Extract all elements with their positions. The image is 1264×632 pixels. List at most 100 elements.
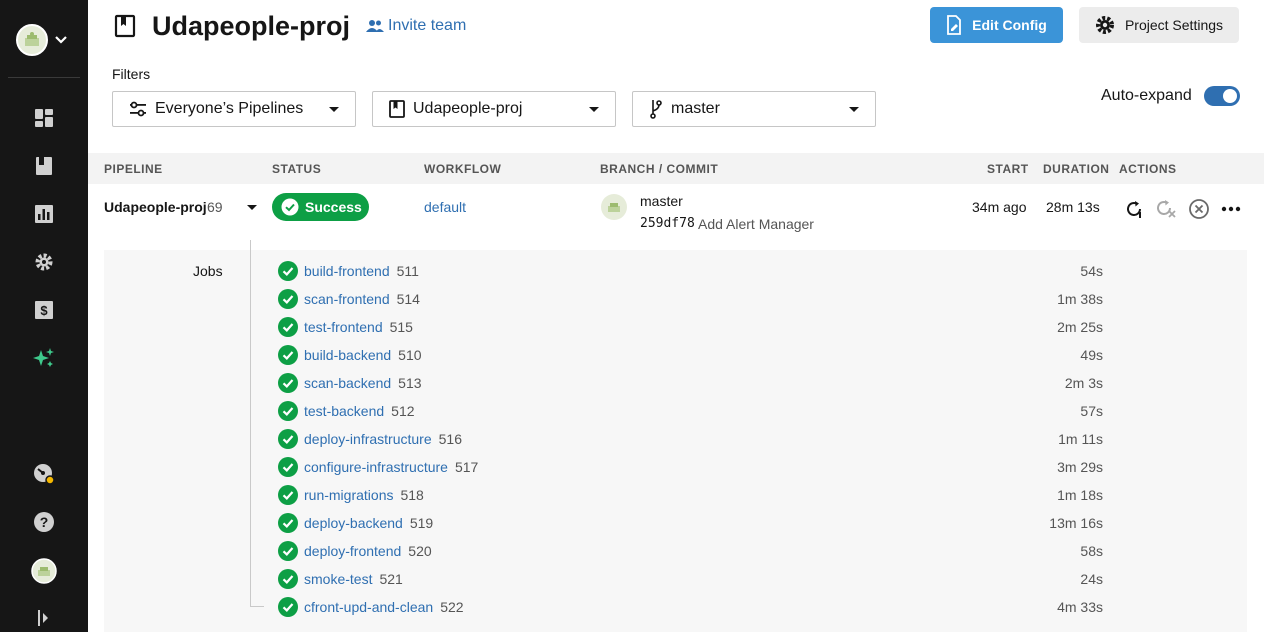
column-header-pipeline[interactable]: PIPELINE xyxy=(104,162,163,176)
column-header-actions: ACTIONS xyxy=(1119,162,1177,176)
branch-name[interactable]: master xyxy=(640,193,683,209)
check-circle-icon xyxy=(278,429,298,449)
edit-config-button[interactable]: Edit Config xyxy=(930,7,1063,43)
job-number: 520 xyxy=(408,543,432,559)
pipelines-filter-select[interactable]: Everyone’s Pipelines xyxy=(112,91,356,127)
workflow-link[interactable]: default xyxy=(424,199,466,215)
auto-expand-label: Auto-expand xyxy=(1101,87,1192,104)
check-circle-icon xyxy=(278,513,298,533)
auto-expand-control: Auto-expand xyxy=(1101,86,1240,106)
project-filter-select[interactable]: Udapeople-proj xyxy=(372,91,616,127)
job-name-link[interactable]: test-frontend xyxy=(304,319,383,335)
column-header-status[interactable]: STATUS xyxy=(272,162,321,176)
pipelines-filter-value: Everyone’s Pipelines xyxy=(155,100,304,117)
pipeline-number: 69 xyxy=(207,199,223,215)
projects-icon[interactable] xyxy=(32,154,56,178)
branch-filter-select[interactable]: master xyxy=(632,91,876,127)
check-circle-icon xyxy=(278,401,298,421)
job-number: 511 xyxy=(396,263,419,279)
check-circle-icon xyxy=(278,485,298,505)
job-row[interactable]: build-frontend 511 xyxy=(278,261,419,281)
job-name-link[interactable]: build-frontend xyxy=(304,263,390,279)
jobs-label: Jobs xyxy=(193,263,223,279)
job-row[interactable]: test-backend 512 xyxy=(278,401,415,421)
cancel-icon[interactable] xyxy=(1188,198,1210,220)
user-avatar[interactable] xyxy=(31,558,57,584)
column-header-workflow[interactable]: WORKFLOW xyxy=(424,162,501,176)
check-circle-icon xyxy=(278,261,298,281)
column-header-start[interactable]: START xyxy=(987,162,1029,176)
expand-caret-icon[interactable] xyxy=(246,204,258,212)
job-row[interactable]: test-frontend 515 xyxy=(278,317,413,337)
check-circle-icon xyxy=(278,345,298,365)
dashboard-icon[interactable] xyxy=(32,106,56,130)
job-row[interactable]: run-migrations 518 xyxy=(278,485,424,505)
svg-text:$: $ xyxy=(40,303,48,318)
job-name-link[interactable]: scan-backend xyxy=(304,375,391,391)
job-row[interactable]: scan-frontend 514 xyxy=(278,289,420,309)
svg-text:?: ? xyxy=(40,514,49,530)
people-icon xyxy=(366,20,385,32)
project-settings-label: Project Settings xyxy=(1124,17,1224,33)
job-name-link[interactable]: deploy-backend xyxy=(304,515,403,531)
insights-icon[interactable] xyxy=(32,202,56,226)
job-row[interactable]: scan-backend 513 xyxy=(278,373,422,393)
check-circle-icon xyxy=(278,317,298,337)
job-duration: 1m 18s xyxy=(1057,487,1103,503)
job-row[interactable]: build-backend 510 xyxy=(278,345,422,365)
check-circle-icon xyxy=(278,289,298,309)
more-options-icon[interactable] xyxy=(1221,206,1241,212)
job-name-link[interactable]: deploy-frontend xyxy=(304,543,401,559)
commit-hash[interactable]: 259df78 xyxy=(640,216,695,231)
job-row[interactable]: smoke-test 521 xyxy=(278,569,403,589)
project-settings-button[interactable]: Project Settings xyxy=(1079,7,1239,43)
job-duration: 1m 38s xyxy=(1057,291,1103,307)
job-number: 512 xyxy=(391,403,415,419)
job-name-link[interactable]: smoke-test xyxy=(304,571,372,587)
job-row[interactable]: cfront-upd-and-clean 522 xyxy=(278,597,464,617)
help-icon[interactable]: ? xyxy=(32,510,56,534)
job-number: 516 xyxy=(438,431,462,447)
status-badge[interactable]: Success xyxy=(272,193,369,221)
invite-team-link[interactable]: Invite team xyxy=(366,17,466,35)
auto-expand-toggle[interactable] xyxy=(1203,86,1240,106)
job-number: 518 xyxy=(400,487,424,503)
job-duration: 49s xyxy=(1080,347,1103,363)
job-name-link[interactable]: build-backend xyxy=(304,347,391,363)
invite-team-label: Invite team xyxy=(388,17,467,34)
job-name-link[interactable]: run-migrations xyxy=(304,487,393,503)
branch-filter-value: master xyxy=(671,100,720,117)
job-number: 513 xyxy=(398,375,422,391)
rerun-icon[interactable] xyxy=(1125,199,1145,219)
check-circle-icon xyxy=(281,198,299,216)
job-name-link[interactable]: configure-infrastructure xyxy=(304,459,448,475)
collapse-icon[interactable] xyxy=(32,606,56,630)
job-name-link[interactable]: scan-frontend xyxy=(304,291,390,307)
job-row[interactable]: deploy-frontend 520 xyxy=(278,541,432,561)
job-name-link[interactable]: cfront-upd-and-clean xyxy=(304,599,433,615)
jobs-tree-line xyxy=(250,240,251,607)
project-filter-value: Udapeople-proj xyxy=(413,100,523,117)
project-bookmark-icon xyxy=(114,14,136,38)
column-header-branch-commit[interactable]: BRANCH / COMMIT xyxy=(600,162,718,176)
pipeline-name-link[interactable]: Udapeople-proj xyxy=(104,199,207,215)
rerun-failed-icon[interactable] xyxy=(1156,199,1178,219)
status-icon[interactable] xyxy=(32,462,56,486)
job-name-link[interactable]: test-backend xyxy=(304,403,384,419)
job-row[interactable]: deploy-backend 519 xyxy=(278,513,433,533)
column-header-duration[interactable]: DURATION xyxy=(1043,162,1109,176)
job-row[interactable]: configure-infrastructure 517 xyxy=(278,457,478,477)
job-row[interactable]: deploy-infrastructure 516 xyxy=(278,429,462,449)
whats-new-icon[interactable] xyxy=(32,346,56,370)
caret-down-icon xyxy=(849,106,859,112)
caret-down-icon xyxy=(589,106,599,112)
settings-icon[interactable] xyxy=(32,250,56,274)
plan-icon[interactable]: $ xyxy=(32,298,56,322)
filters-label: Filters xyxy=(112,66,151,82)
org-switcher[interactable] xyxy=(16,22,76,58)
job-duration: 54s xyxy=(1080,263,1103,279)
job-duration: 2m 3s xyxy=(1064,375,1103,391)
check-circle-icon xyxy=(278,541,298,561)
job-name-link[interactable]: deploy-infrastructure xyxy=(304,431,432,447)
table-header: PIPELINE STATUS WORKFLOW BRANCH / COMMIT… xyxy=(88,153,1264,184)
